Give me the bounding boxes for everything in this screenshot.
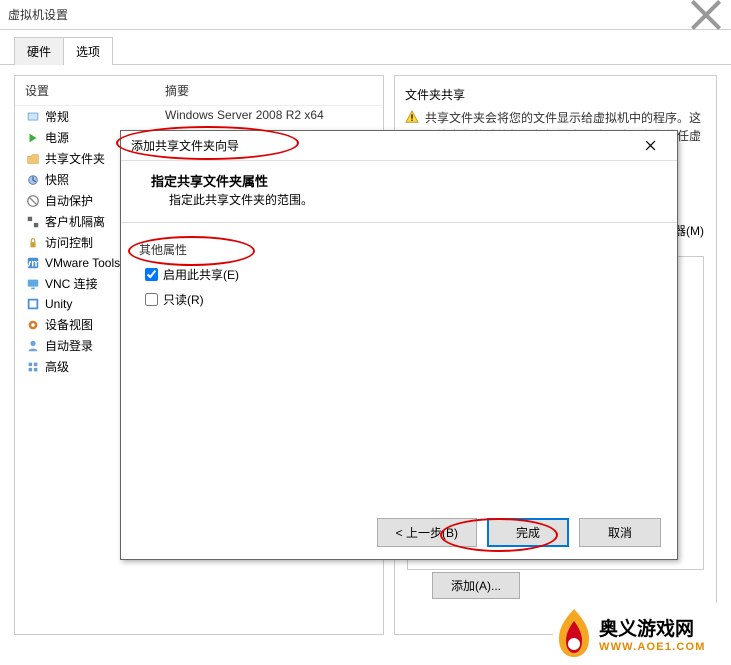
finish-button[interactable]: 完成: [487, 518, 569, 547]
item-label: 自动登录: [45, 337, 93, 354]
titlebar: 虚拟机设置: [0, 0, 731, 30]
item-label: 访问控制: [45, 234, 93, 251]
item-icon: [25, 214, 41, 230]
item-label: 快照: [45, 171, 69, 188]
close-button[interactable]: [689, 1, 723, 29]
item-icon: [25, 109, 41, 125]
item-summary: Windows Server 2008 R2 x64: [165, 108, 324, 125]
col-setting: 设置: [25, 82, 165, 99]
group-label: 其他属性: [139, 241, 659, 258]
item-label: 自动保护: [45, 192, 93, 209]
wizard-dialog: 添加共享文件夹向导 指定共享文件夹属性 指定此共享文件夹的范围。 其他属性 启用…: [120, 130, 678, 560]
item-icon: [25, 276, 41, 292]
item-icon: [25, 151, 41, 167]
wizard-titlebar: 添加共享文件夹向导: [121, 131, 677, 161]
back-button[interactable]: < 上一步(B): [377, 518, 477, 547]
item-label: 高级: [45, 358, 69, 375]
item-icon: [25, 235, 41, 251]
item-icon: [25, 317, 41, 333]
readonly-label: 只读(R): [163, 291, 204, 308]
cancel-button[interactable]: 取消: [579, 518, 661, 547]
item-label: 常规: [45, 108, 69, 125]
wizard-close-button[interactable]: [633, 133, 667, 159]
watermark-logo: 奥义游戏网 WWW.AOE1.COM: [553, 603, 729, 663]
add-button[interactable]: 添加(A)...: [432, 572, 520, 599]
wizard-title: 添加共享文件夹向导: [131, 137, 633, 154]
logo-url: WWW.AOE1.COM: [599, 641, 706, 653]
enable-share-row[interactable]: 启用此共享(E): [145, 266, 659, 283]
enable-share-label: 启用此共享(E): [163, 266, 239, 283]
rp-heading: 文件夹共享: [405, 86, 706, 103]
tab-options[interactable]: 选项: [63, 37, 113, 65]
wizard-subheading: 指定此共享文件夹的范围。: [169, 191, 637, 208]
tabs-bar: 硬件 选项: [0, 30, 731, 65]
wizard-heading: 指定共享文件夹属性: [151, 171, 637, 190]
item-label: VNC 连接: [45, 275, 98, 292]
item-icon: [25, 193, 41, 209]
item-icon: vm: [25, 255, 41, 271]
item-label: Unity: [45, 297, 72, 311]
flame-icon: [553, 607, 595, 659]
window-title: 虚拟机设置: [8, 6, 689, 23]
item-icon: [25, 338, 41, 354]
item-icon: [25, 359, 41, 375]
col-summary: 摘要: [165, 82, 189, 99]
list-item[interactable]: 常规 Windows Server 2008 R2 x64: [15, 106, 383, 127]
item-icon: [25, 296, 41, 312]
item-label: VMware Tools: [45, 256, 120, 270]
item-label: 共享文件夹: [45, 150, 105, 167]
item-icon: [25, 130, 41, 146]
item-label: 设备视图: [45, 316, 93, 333]
tab-hardware[interactable]: 硬件: [14, 37, 64, 65]
enable-share-checkbox[interactable]: [145, 268, 158, 281]
warning-icon: [405, 109, 419, 125]
item-label: 客户机隔离: [45, 213, 105, 230]
svg-text:vm: vm: [26, 258, 40, 270]
logo-text: 奥义游戏网: [599, 614, 706, 641]
readonly-row[interactable]: 只读(R): [145, 291, 659, 308]
item-label: 电源: [45, 129, 69, 146]
readonly-checkbox[interactable]: [145, 293, 158, 306]
item-icon: [25, 172, 41, 188]
